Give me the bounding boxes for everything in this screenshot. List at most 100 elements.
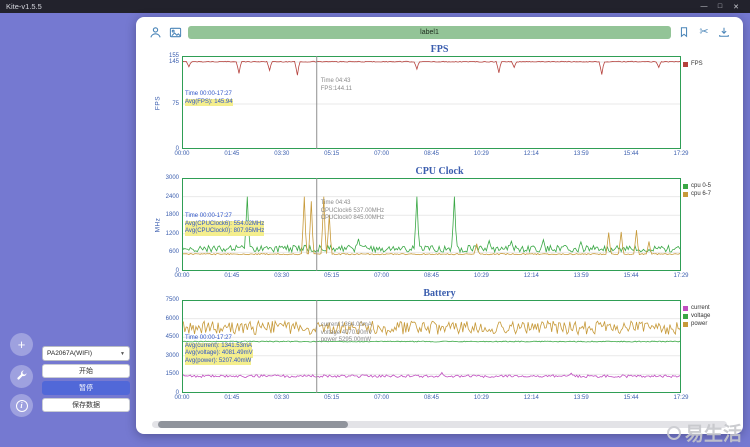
start-button[interactable]: 开始 bbox=[42, 364, 130, 378]
legend-swatch bbox=[683, 191, 688, 197]
summary-line: Avg(FPS): 145.94 bbox=[185, 98, 233, 107]
chart-title-battery: Battery bbox=[423, 288, 456, 299]
chart-canvas-cpu-clock[interactable]: 0 600 1200 1800 2400 3000 00:00 01:45 03:30 05:15… bbox=[155, 175, 689, 279]
bookmark-icon[interactable] bbox=[677, 25, 691, 39]
y-tick-label: 1200 bbox=[165, 230, 179, 237]
y-tick-label: 6000 bbox=[165, 315, 179, 322]
device-select[interactable]: PA2067A(WIFI) ▼ bbox=[42, 346, 130, 361]
x-tick-label: 03:30 bbox=[274, 151, 290, 157]
x-tick-label: 15:44 bbox=[623, 395, 639, 401]
y-tick-label: 3000 bbox=[165, 175, 179, 181]
charts-container: FPS 0 75 145 155 00:00 01:45 03:30 05:15 07:00 08… bbox=[142, 42, 737, 417]
plot-border bbox=[182, 300, 681, 393]
chart-title-fps: FPS bbox=[430, 44, 449, 55]
legend-item: power bbox=[683, 321, 733, 327]
maximize-button[interactable]: □ bbox=[712, 3, 728, 10]
x-tick-label: 08:45 bbox=[423, 151, 440, 157]
chart-title-cpu-clock: CPU Clock bbox=[415, 166, 464, 177]
summary-tooltip: Time 00:00-17:27 Avg(FPS): 145.94 bbox=[185, 91, 233, 107]
series-line-power bbox=[181, 319, 682, 337]
export-icon[interactable] bbox=[717, 25, 731, 39]
close-button[interactable]: ✕ bbox=[728, 3, 744, 11]
legend-item: voltage bbox=[683, 313, 733, 319]
device-select-value: PA2067A(WIFI) bbox=[47, 350, 93, 357]
x-tick-label: 15:44 bbox=[623, 273, 639, 279]
chart-canvas-battery[interactable]: 0 1500 3000 4500 6000 7500 00:00 01:45 03:30 05:1… bbox=[166, 297, 689, 401]
cursor-tooltip: Time 04:43 FPS:144.11 bbox=[321, 78, 352, 93]
x-tick-label: 12:14 bbox=[523, 151, 539, 157]
summary-line: Time 00:00-17:27 bbox=[185, 213, 232, 220]
summary-line: Avg(CPUClock6): 554.02MHz bbox=[185, 220, 265, 229]
chart-legend-cpu-clock: cpu 0-5 cpu 6-7 bbox=[683, 183, 733, 199]
x-tick-label: 05:15 bbox=[324, 273, 340, 279]
x-tick-label: 07:00 bbox=[374, 273, 390, 279]
scissors-icon[interactable]: ✂ bbox=[697, 25, 711, 39]
y-tick-label: 155 bbox=[168, 53, 179, 59]
summary-line: Avg(CPUClock0): 807.95MHz bbox=[185, 228, 265, 236]
x-tick-label: 12:14 bbox=[523, 395, 539, 401]
x-tick-label: 17:29 bbox=[673, 273, 689, 279]
horizontal-scrollbar[interactable] bbox=[152, 421, 727, 428]
x-tick-label: 01:45 bbox=[224, 395, 240, 401]
save-data-button[interactable]: 保存数据 bbox=[42, 398, 130, 412]
x-tick-label: 17:29 bbox=[673, 395, 689, 401]
y-tick-label: 7500 bbox=[165, 297, 179, 303]
screenshot-icon[interactable] bbox=[168, 25, 182, 39]
legend-swatch bbox=[683, 305, 688, 311]
series-line-FPS bbox=[181, 60, 682, 76]
scrollbar-thumb[interactable] bbox=[157, 421, 348, 428]
chart-section-cpu-clock: CPU Clock 0 600 1200 1800 2400 3000 00:00 01:45… bbox=[144, 165, 735, 285]
legend-item: cpu 6-7 bbox=[683, 191, 733, 197]
legend-label: cpu 6-7 bbox=[691, 191, 712, 197]
watermark: 易生活 bbox=[666, 419, 742, 446]
summary-line: Avg(current): 1341.53mA bbox=[185, 342, 252, 351]
info-button[interactable]: i bbox=[10, 394, 33, 417]
y-tick-label: 1500 bbox=[165, 371, 179, 378]
user-icon[interactable] bbox=[148, 25, 162, 39]
x-tick-label: 08:45 bbox=[423, 395, 440, 401]
x-tick-label: 05:15 bbox=[324, 151, 340, 157]
summary-tooltip: Time 00:00-17:27 Avg(CPUClock6): 554.02MH… bbox=[185, 213, 265, 236]
summary-line: Avg(voltage): 4081.49mV bbox=[185, 350, 253, 358]
x-tick-label: 00:00 bbox=[174, 151, 190, 157]
settings-button[interactable] bbox=[10, 365, 33, 388]
chart-canvas-fps[interactable]: 0 75 145 155 00:00 01:45 03:30 05:15 07:00 08:45 1… bbox=[155, 53, 689, 157]
pause-button[interactable]: 暂停 bbox=[42, 381, 130, 395]
cursor-line: FPS:144.11 bbox=[320, 85, 352, 92]
x-tick-label: 12:14 bbox=[523, 273, 539, 279]
cursor-line: CPUClock0 845.00MHz bbox=[320, 215, 385, 222]
wrench-icon bbox=[16, 369, 28, 384]
legend-label: voltage bbox=[691, 313, 711, 319]
y-axis-label: FPS bbox=[154, 95, 162, 110]
x-tick-label: 00:00 bbox=[174, 273, 190, 279]
legend-label: cpu 0-5 bbox=[691, 183, 712, 189]
summary-line: Time 00:00-17:27 bbox=[185, 91, 232, 98]
label-input[interactable]: label1 bbox=[188, 25, 671, 39]
chevron-down-icon: ▼ bbox=[120, 350, 125, 357]
y-tick-label: 4500 bbox=[165, 334, 179, 341]
x-tick-label: 01:45 bbox=[224, 273, 240, 279]
y-tick-label: 75 bbox=[172, 101, 179, 107]
series-line-current bbox=[181, 371, 682, 379]
minimize-button[interactable]: — bbox=[696, 3, 712, 10]
watermark-text: 易生活 bbox=[684, 424, 742, 445]
watermark-logo bbox=[666, 425, 681, 440]
y-tick-label: 600 bbox=[168, 249, 179, 256]
legend-label: FPS bbox=[691, 61, 703, 67]
info-icon: i bbox=[15, 399, 28, 412]
plot-border bbox=[182, 56, 681, 149]
chart-section-battery: Battery 0 1500 3000 4500 6000 7500 00:00 01:45 0… bbox=[144, 287, 735, 407]
y-tick-label: 145 bbox=[168, 59, 179, 65]
plot-area bbox=[181, 300, 682, 393]
y-tick-label: 2400 bbox=[165, 193, 179, 200]
y-tick-label: 3000 bbox=[165, 352, 179, 359]
legend-swatch bbox=[683, 61, 688, 67]
series-line-voltage bbox=[181, 340, 682, 343]
add-button[interactable]: + bbox=[10, 333, 33, 356]
plus-icon: + bbox=[17, 337, 26, 352]
x-tick-label: 03:30 bbox=[274, 273, 290, 279]
cursor-tooltip: Time 04:43 CPUClock6 537.00MHz CPUClock0 8… bbox=[321, 200, 384, 223]
cursor-tooltip: current 1364.00mA voltage 4070.00mV power … bbox=[321, 322, 373, 345]
x-tick-label: 07:00 bbox=[374, 395, 390, 401]
cursor-line: CPUClock6 537.00MHz bbox=[320, 207, 385, 214]
